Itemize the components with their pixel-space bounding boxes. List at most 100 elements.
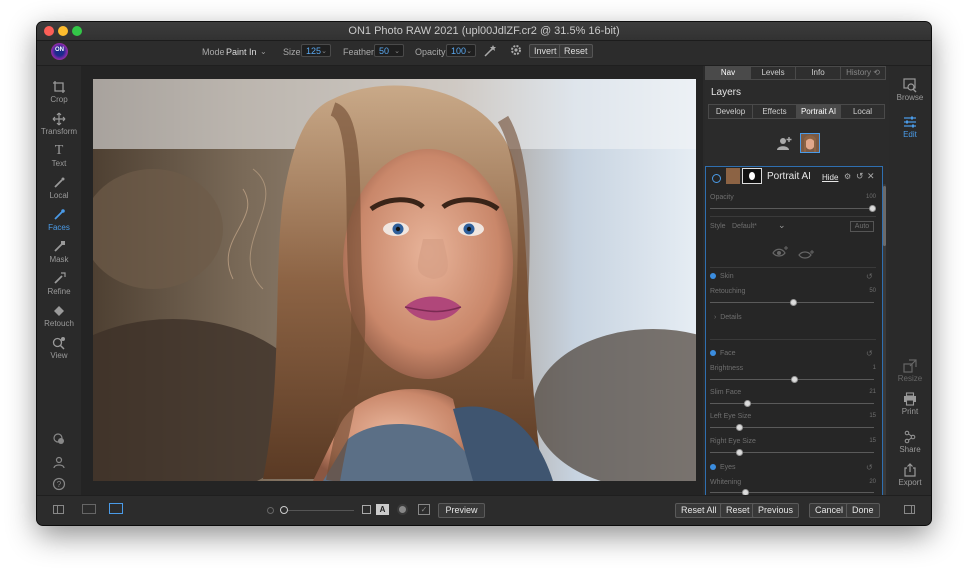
toggle-left-panel-icon[interactable]	[53, 505, 64, 514]
slim-face-slider-handle[interactable]	[744, 400, 751, 407]
size-select[interactable]: 125 ⌄	[301, 44, 331, 57]
module-share[interactable]: Share	[889, 430, 931, 454]
brightness-slider-handle[interactable]	[791, 376, 798, 383]
auto-mask-icon[interactable]: A	[376, 504, 389, 515]
layer-settings-icon[interactable]: ⚙	[844, 172, 851, 181]
hide-link[interactable]: Hide	[822, 173, 838, 182]
module-print[interactable]: Print	[889, 392, 931, 416]
cancel-button[interactable]: Cancel	[809, 503, 850, 518]
preview-button[interactable]: Preview	[438, 503, 485, 518]
tab-levels[interactable]: Levels	[750, 66, 796, 80]
brush-size-slider-handle[interactable]	[280, 506, 288, 514]
opacity-select[interactable]: 100 ⌄	[446, 44, 476, 57]
layer-visibility-toggle[interactable]	[712, 174, 721, 183]
feather-value: 50	[379, 46, 390, 56]
face-section-header[interactable]: Face	[710, 350, 736, 357]
tool-refine[interactable]: Refine	[37, 272, 81, 296]
slim-face-slider[interactable]	[710, 403, 874, 404]
close-layer-icon[interactable]: ✕	[867, 171, 875, 182]
module-print-label: Print	[901, 407, 919, 416]
mask-square-icon[interactable]	[362, 505, 371, 514]
tool-crop-label: Crop	[50, 95, 68, 104]
module-edit[interactable]: Edit	[889, 115, 931, 139]
invert-button[interactable]: Invert	[529, 44, 562, 58]
mask-thumbnail[interactable]	[742, 168, 762, 184]
tool-transform-label: Transform	[40, 127, 78, 136]
reset-layer-icon[interactable]: ↺	[856, 171, 864, 182]
compare-view-icon[interactable]	[82, 504, 96, 514]
done-button[interactable]: Done	[846, 503, 880, 518]
toggle-right-panel-icon[interactable]	[904, 505, 915, 514]
opacity-slider-handle[interactable]	[869, 205, 876, 212]
reset-eyes-icon[interactable]: ↺	[866, 463, 873, 472]
tab-nav[interactable]: Nav	[705, 66, 751, 80]
tool-mask-label: Mask	[49, 255, 69, 264]
wand-icon[interactable]	[483, 44, 497, 58]
subtab-portrait-ai[interactable]: Portrait AI	[796, 104, 841, 119]
reset-all-button[interactable]: Reset All	[675, 503, 723, 518]
skin-section-header[interactable]: Skin	[710, 273, 734, 280]
right-eye-size-slider[interactable]	[710, 452, 874, 453]
subtab-effects[interactable]: Effects	[752, 104, 797, 119]
face-toggle[interactable]	[710, 350, 716, 356]
image-canvas[interactable]	[81, 66, 703, 496]
tab-info[interactable]: Info	[795, 66, 841, 80]
tool-local[interactable]: Local	[37, 176, 81, 200]
auto-button[interactable]: Auto	[850, 221, 874, 232]
gear-icon[interactable]	[509, 43, 523, 57]
tool-mask[interactable]: Mask	[37, 240, 81, 264]
help-icon[interactable]: ?	[52, 477, 66, 496]
eyes-section-header[interactable]: Eyes	[710, 464, 736, 471]
face-thumbnail[interactable]	[800, 133, 820, 153]
chevron-down-icon[interactable]: ⌄	[260, 47, 267, 56]
overlay-mask-icon[interactable]	[397, 504, 408, 515]
previous-button[interactable]: Previous	[752, 503, 800, 518]
whitening-slider[interactable]	[710, 492, 874, 493]
eye-plus-icon[interactable]	[772, 245, 788, 263]
brush-size-slider[interactable]	[280, 510, 354, 511]
left-eye-size-slider[interactable]	[710, 427, 874, 428]
subtab-develop[interactable]: Develop	[708, 104, 753, 119]
subtab-local[interactable]: Local	[840, 104, 885, 119]
small-brush-icon[interactable]	[267, 507, 274, 514]
feather-select[interactable]: 50 ⌄	[374, 44, 404, 57]
portrait-photo	[93, 79, 696, 481]
reset-button[interactable]: Reset	[720, 503, 756, 518]
tool-faces[interactable]: Faces	[37, 208, 81, 232]
module-export[interactable]: Export	[889, 463, 931, 487]
lips-plus-icon[interactable]	[798, 247, 814, 265]
reset-toolbar-button[interactable]: Reset	[559, 44, 593, 58]
tool-text[interactable]: T Text	[37, 144, 81, 169]
left-eye-size-slider-handle[interactable]	[736, 424, 743, 431]
panel-scrollbar-thumb[interactable]	[883, 186, 886, 246]
tool-view[interactable]: View	[37, 336, 81, 360]
retouching-slider-handle[interactable]	[790, 299, 797, 306]
opacity-value: 100	[451, 46, 467, 56]
user-icon[interactable]	[52, 455, 66, 474]
single-view-icon[interactable]	[109, 503, 123, 514]
layers-mask-icon[interactable]	[52, 432, 66, 451]
style-dropdown[interactable]: Default*	[732, 223, 757, 230]
opacity-slider[interactable]	[710, 208, 874, 209]
tool-transform[interactable]: Transform	[37, 112, 81, 136]
eyes-label: Eyes	[720, 464, 736, 471]
reset-face-icon[interactable]: ↺	[866, 349, 873, 358]
chevron-down-icon[interactable]: ⌄	[778, 220, 786, 231]
eyes-toggle[interactable]	[710, 464, 716, 470]
add-face-icon[interactable]	[775, 136, 793, 155]
tool-crop[interactable]: Crop	[37, 80, 81, 104]
module-resize[interactable]: Resize	[889, 359, 931, 383]
tab-history[interactable]: History ⟲	[840, 66, 886, 80]
tab-history-label: History	[846, 68, 871, 77]
overlay-toggle-icon[interactable]: ✓	[418, 504, 430, 515]
module-browse[interactable]: Browse	[889, 78, 931, 102]
opacity-label: Opacity	[415, 47, 446, 57]
mode-dropdown[interactable]: Paint In	[226, 47, 257, 57]
details-expander[interactable]: › Details	[714, 314, 742, 321]
reset-skin-icon[interactable]: ↺	[866, 272, 873, 281]
tool-retouch[interactable]: Retouch	[37, 304, 81, 328]
right-eye-size-slider-handle[interactable]	[736, 449, 743, 456]
panel-split-line	[57, 506, 58, 513]
skin-label: Skin	[720, 273, 734, 280]
skin-toggle[interactable]	[710, 273, 716, 279]
